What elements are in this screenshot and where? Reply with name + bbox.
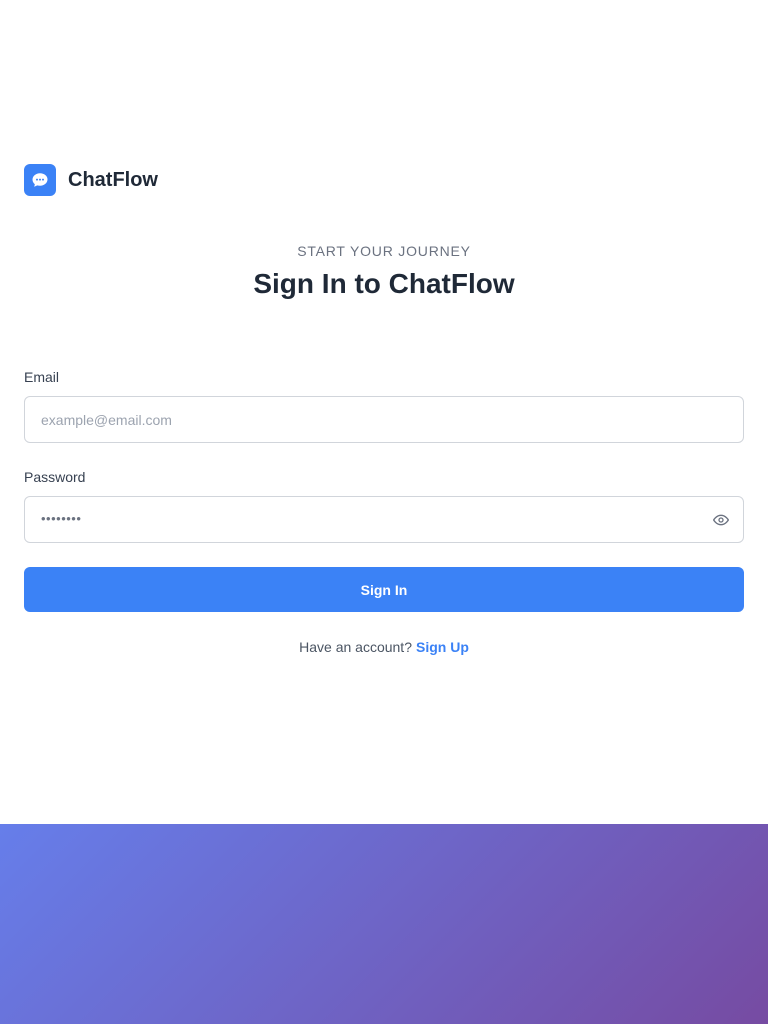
password-label: Password: [24, 469, 86, 485]
chat-bubble-icon: [24, 164, 56, 196]
signup-prompt: Have an account? Sign Up: [0, 639, 768, 655]
signin-page: ChatFlow START YOUR JOURNEY Sign In to C…: [0, 0, 768, 1024]
page-title: Sign In to ChatFlow: [253, 268, 515, 299]
brand-logo: ChatFlow: [24, 164, 158, 196]
email-field-wrapper: [24, 396, 744, 443]
signup-prompt-text: Have an account?: [299, 639, 412, 655]
signup-link[interactable]: Sign Up: [416, 639, 469, 655]
brand-name: ChatFlow: [68, 168, 158, 191]
page-eyebrow: START YOUR JOURNEY: [297, 243, 471, 259]
signin-button[interactable]: Sign In: [24, 567, 744, 612]
background-gradient-band: [0, 824, 768, 1024]
eye-icon[interactable]: [713, 512, 729, 528]
email-label: Email: [24, 369, 60, 385]
password-field[interactable]: ••••••••: [24, 496, 744, 543]
password-masked-value: ••••••••: [41, 511, 82, 526]
email-field[interactable]: [25, 397, 681, 442]
